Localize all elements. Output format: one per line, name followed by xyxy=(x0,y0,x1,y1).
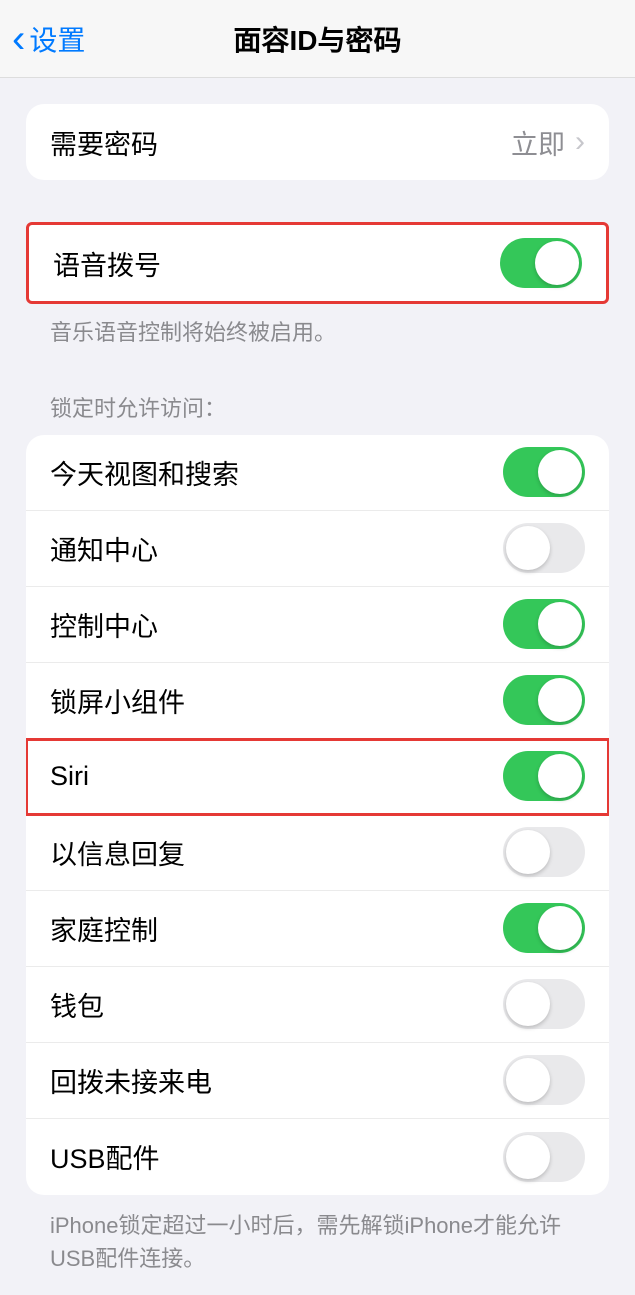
voice-dial-toggle[interactable] xyxy=(500,238,582,288)
lock-access-item-label: 以信息回复 xyxy=(50,833,185,872)
lock-access-toggle[interactable] xyxy=(503,979,585,1029)
lock-access-item-label: 今天视图和搜索 xyxy=(50,453,239,492)
lock-access-toggle[interactable] xyxy=(503,751,585,801)
content: 需要密码 立即 › 语音拨号 音乐语音控制将始终被启用。 锁定时允许访问： 今天… xyxy=(0,78,635,1295)
lock-access-item-label: 家庭控制 xyxy=(50,909,158,948)
nav-bar: ‹ 设置 面容ID与密码 xyxy=(0,0,635,78)
lock-access-toggle[interactable] xyxy=(503,675,585,725)
passcode-group: 需要密码 立即 › xyxy=(26,104,609,180)
require-passcode-label: 需要密码 xyxy=(50,123,158,162)
lock-access-row: 钱包 xyxy=(26,967,609,1043)
lock-access-row: 锁屏小组件 xyxy=(26,663,609,739)
voice-dial-row: 语音拨号 xyxy=(29,225,606,301)
chevron-left-icon: ‹ xyxy=(12,19,25,59)
lock-access-footer: iPhone锁定超过一小时后，需先解锁iPhone才能允许USB配件连接。 xyxy=(26,1195,609,1295)
toggle-knob xyxy=(538,602,582,646)
lock-access-row: 通知中心 xyxy=(26,511,609,587)
lock-access-row: 控制中心 xyxy=(26,587,609,663)
lock-access-item-label: USB配件 xyxy=(50,1137,160,1176)
lock-access-item-label: 回拨未接来电 xyxy=(50,1061,212,1100)
lock-access-group: 今天视图和搜索通知中心控制中心锁屏小组件 Siri 以信息回复家庭控制钱包回拨未接来… xyxy=(26,435,609,1195)
lock-access-toggle[interactable] xyxy=(503,903,585,953)
lock-access-toggle[interactable] xyxy=(503,447,585,497)
require-passcode-value: 立即 xyxy=(511,123,565,162)
lock-access-row: 以信息回复 xyxy=(26,815,609,891)
lock-access-item-label: 通知中心 xyxy=(50,529,158,568)
lock-access-row: 回拨未接来电 xyxy=(26,1043,609,1119)
toggle-knob xyxy=(506,526,550,570)
lock-access-item-label: 锁屏小组件 xyxy=(50,681,185,720)
lock-access-toggle[interactable] xyxy=(503,1132,585,1182)
require-passcode-row[interactable]: 需要密码 立即 › xyxy=(26,104,609,180)
lock-access-item-label: Siri xyxy=(50,761,89,792)
toggle-knob xyxy=(506,1058,550,1102)
voice-dial-footer: 音乐语音控制将始终被启用。 xyxy=(26,304,609,349)
toggle-knob xyxy=(538,678,582,722)
toggle-knob xyxy=(535,241,579,285)
toggle-knob xyxy=(538,906,582,950)
voice-dial-label: 语音拨号 xyxy=(53,244,161,283)
toggle-knob xyxy=(506,1135,550,1179)
lock-access-toggle[interactable] xyxy=(503,523,585,573)
row-right: 立即 › xyxy=(511,123,585,162)
back-button[interactable]: ‹ 设置 xyxy=(0,19,85,59)
back-label: 设置 xyxy=(29,19,85,59)
lock-access-row: 家庭控制 xyxy=(26,891,609,967)
lock-access-row: USB配件 xyxy=(26,1119,609,1195)
toggle-knob xyxy=(506,982,550,1026)
voice-dial-group: 语音拨号 xyxy=(26,222,609,304)
chevron-right-icon: › xyxy=(575,125,585,159)
lock-access-row: 今天视图和搜索 xyxy=(26,435,609,511)
page-title: 面容ID与密码 xyxy=(233,19,401,59)
lock-access-item-label: 控制中心 xyxy=(50,605,158,644)
lock-access-header: 锁定时允许访问： xyxy=(26,391,609,435)
lock-access-toggle[interactable] xyxy=(503,599,585,649)
lock-access-row: Siri xyxy=(26,739,609,815)
lock-access-toggle[interactable] xyxy=(503,1055,585,1105)
lock-access-toggle[interactable] xyxy=(503,827,585,877)
toggle-knob xyxy=(506,830,550,874)
lock-access-item-label: 钱包 xyxy=(50,985,104,1024)
toggle-knob xyxy=(538,450,582,494)
toggle-knob xyxy=(538,754,582,798)
